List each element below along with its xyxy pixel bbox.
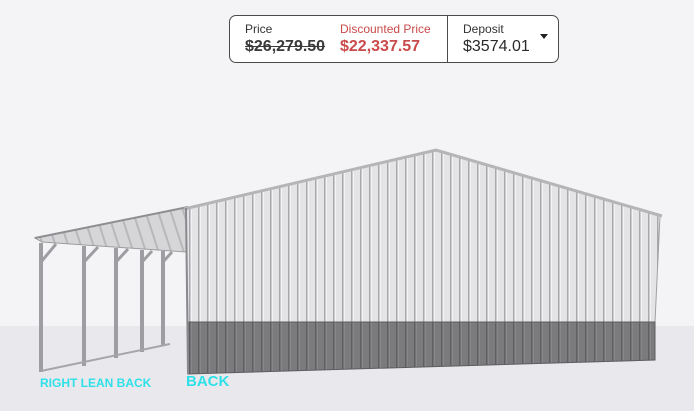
original-price-value: $26,279.50 (245, 38, 326, 55)
view-label-back[interactable]: BACK (186, 373, 229, 390)
discounted-price-value: $22,337.57 (340, 38, 421, 55)
back-wall (185, 150, 661, 323)
caret-down-icon[interactable] (540, 34, 548, 39)
deposit-label: Deposit (463, 22, 504, 36)
price-label: Price (245, 22, 273, 36)
price-summary-panel[interactable]: Price $26,279.50 Discounted Price $22,33… (229, 15, 559, 63)
discounted-price-label: Discounted Price (340, 22, 431, 36)
price-column: Price $26,279.50 (245, 22, 325, 58)
discount-column: Discounted Price $22,337.57 (340, 22, 431, 58)
deposit-value: $3574.01 (463, 38, 530, 55)
deposit-column: Deposit $3574.01 (463, 22, 530, 58)
price-divider (447, 16, 448, 62)
lean-to-roof (33, 206, 189, 253)
view-label-right-lean-back[interactable]: RIGHT LEAN BACK (40, 376, 151, 390)
